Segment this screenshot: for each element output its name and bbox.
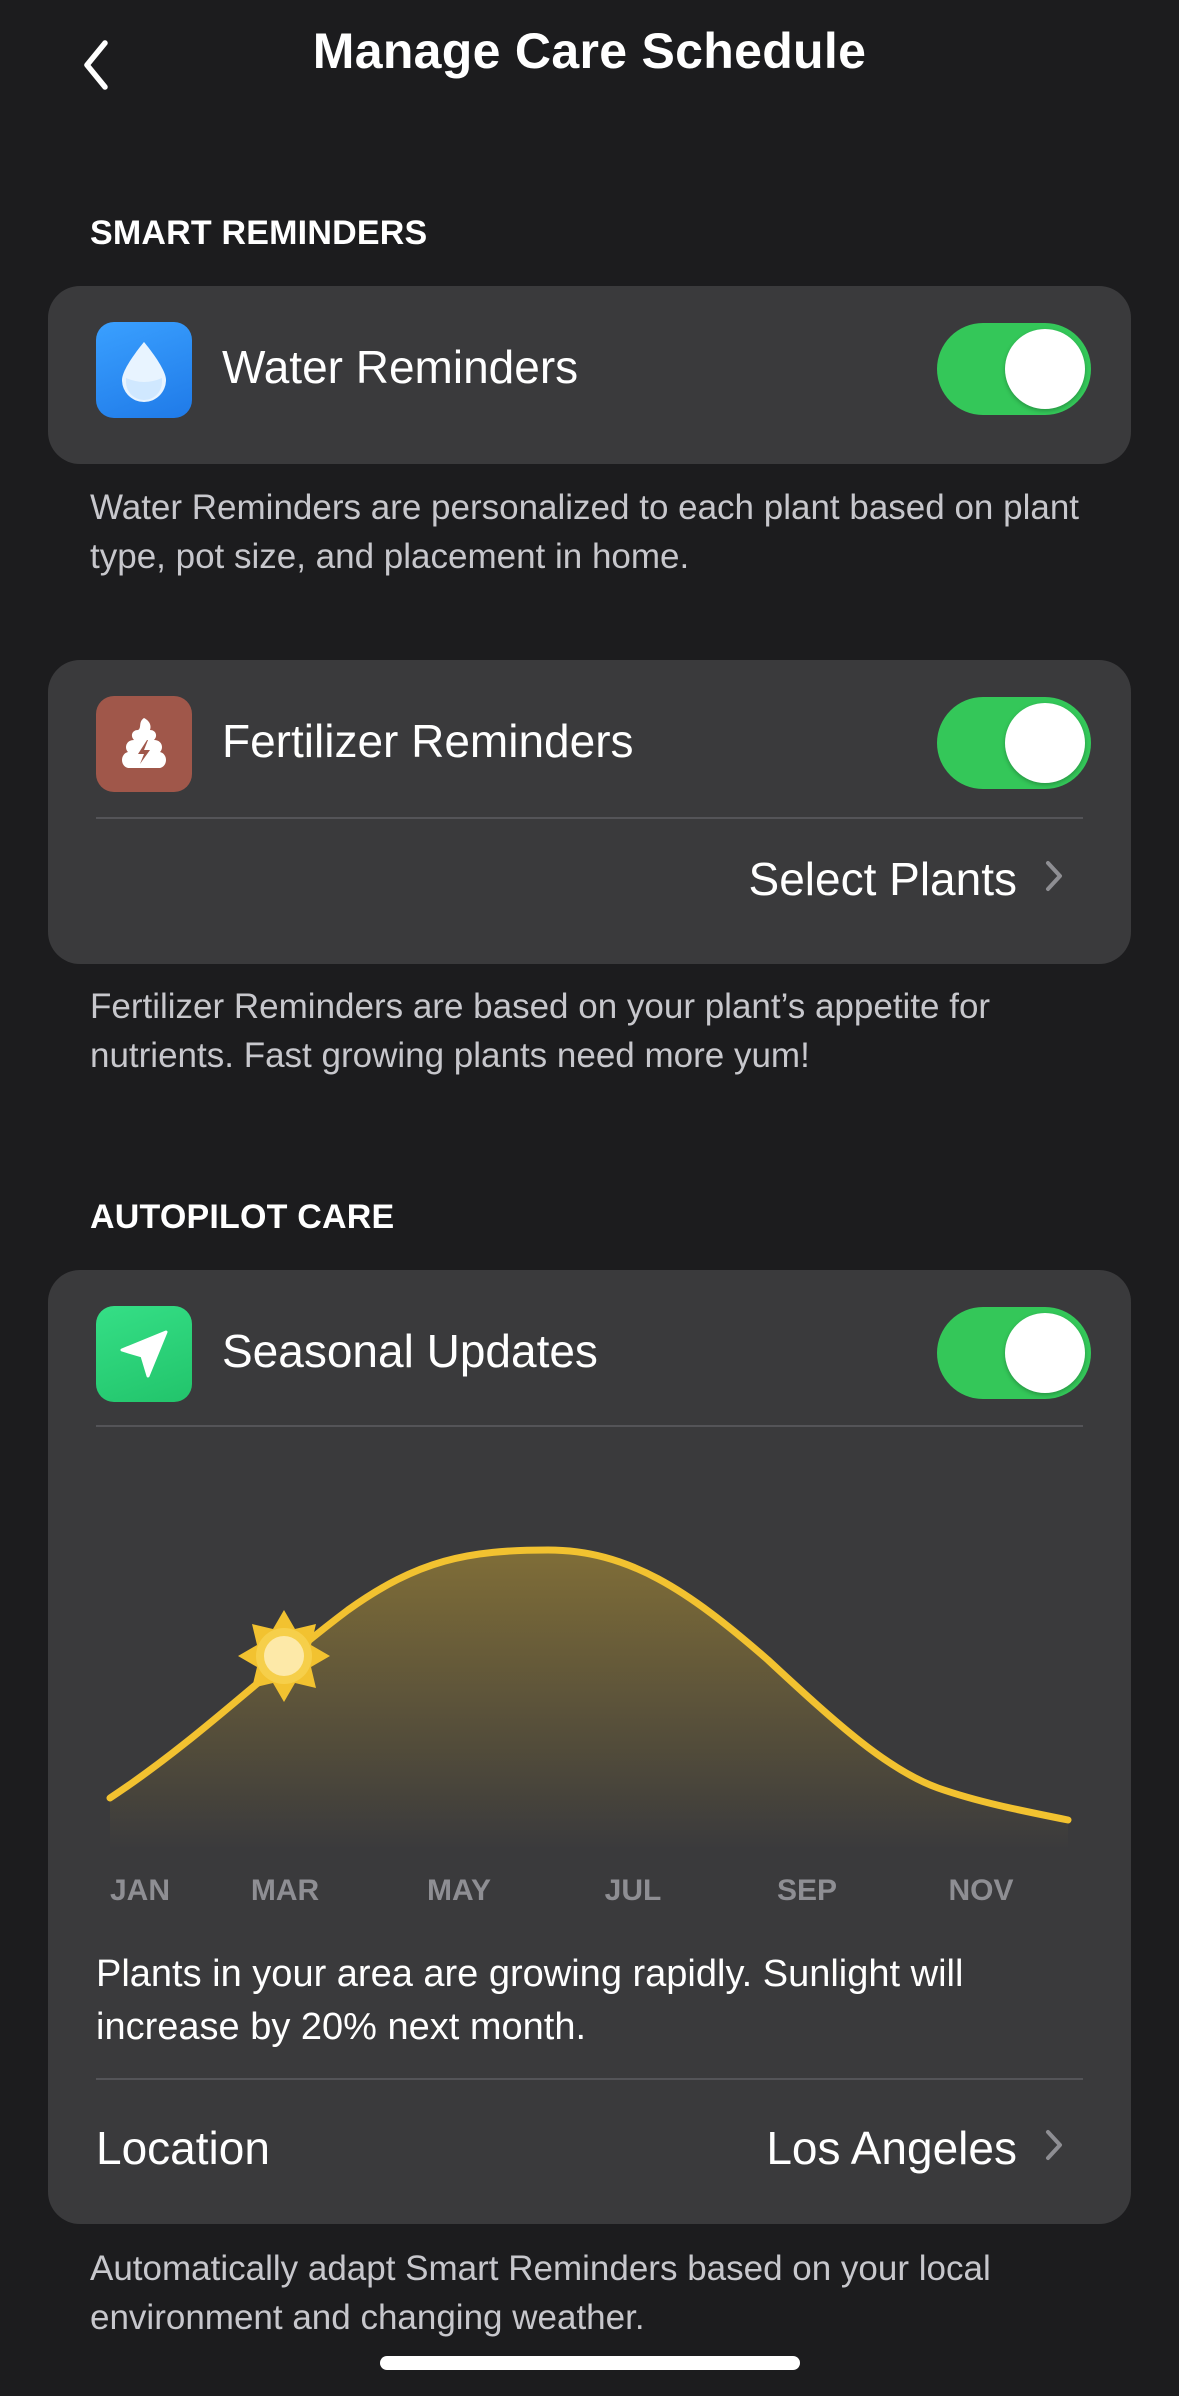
sunlight-chart: [106, 1546, 1072, 1850]
select-plants-label: Select Plants: [748, 853, 1017, 905]
seasonal-message: Plants in your area are growing rapidly.…: [96, 1953, 964, 2048]
fertilizer-reminders-label: Fertilizer Reminders: [222, 715, 634, 767]
seasonal-updates-card: Seasonal Updates JAN MAR MAY JUL SEP NOV…: [48, 1270, 1131, 2224]
fertilizer-icon: [96, 696, 192, 792]
divider: [96, 817, 1083, 819]
toggle-knob: [1005, 1313, 1085, 1393]
month-label: SEP: [776, 1874, 838, 1907]
month-label: JUL: [604, 1874, 662, 1907]
water-drop-icon: [96, 322, 192, 418]
month-label: NOV: [948, 1874, 1014, 1907]
month-label: MAR: [250, 1874, 320, 1907]
chevron-right-icon: [1045, 2126, 1063, 2171]
location-arrow-icon: [96, 1306, 192, 1402]
chevron-right-icon: [1045, 857, 1063, 902]
fertilizer-reminders-footnote: Fertilizer Reminders are based on your p…: [90, 987, 991, 1075]
location-value: Los Angeles: [766, 2122, 1017, 2174]
page-title: Manage Care Schedule: [312, 23, 867, 79]
fertilizer-reminders-toggle[interactable]: [937, 697, 1091, 789]
seasonal-updates-toggle[interactable]: [937, 1307, 1091, 1399]
select-plants-link[interactable]: Select Plants: [749, 852, 1063, 906]
toggle-knob: [1005, 703, 1085, 783]
divider: [96, 2078, 1083, 2080]
autopilot-footnote: Automatically adapt Smart Reminders base…: [90, 2249, 991, 2337]
month-label: MAY: [427, 1874, 491, 1907]
seasonal-updates-label: Seasonal Updates: [222, 1325, 598, 1377]
toggle-knob: [1005, 329, 1085, 409]
water-reminders-toggle[interactable]: [937, 323, 1091, 415]
section-header-smart-reminders: SMART REMINDERS: [90, 214, 428, 252]
location-label: Location: [96, 2122, 270, 2174]
divider: [96, 1425, 1083, 1427]
section-header-autopilot-care: AUTOPILOT CARE: [90, 1198, 395, 1236]
location-selector[interactable]: Los Angeles: [766, 2121, 1063, 2175]
month-label: JAN: [109, 1874, 171, 1907]
sunlight-area: [110, 1550, 1068, 1850]
water-reminders-card: Water Reminders: [48, 286, 1131, 464]
water-reminders-label: Water Reminders: [222, 341, 579, 393]
water-reminders-footnote: Water Reminders are personalized to each…: [90, 488, 1080, 576]
fertilizer-reminders-card: Fertilizer Reminders Select Plants: [48, 660, 1131, 964]
home-indicator: [380, 2356, 800, 2370]
